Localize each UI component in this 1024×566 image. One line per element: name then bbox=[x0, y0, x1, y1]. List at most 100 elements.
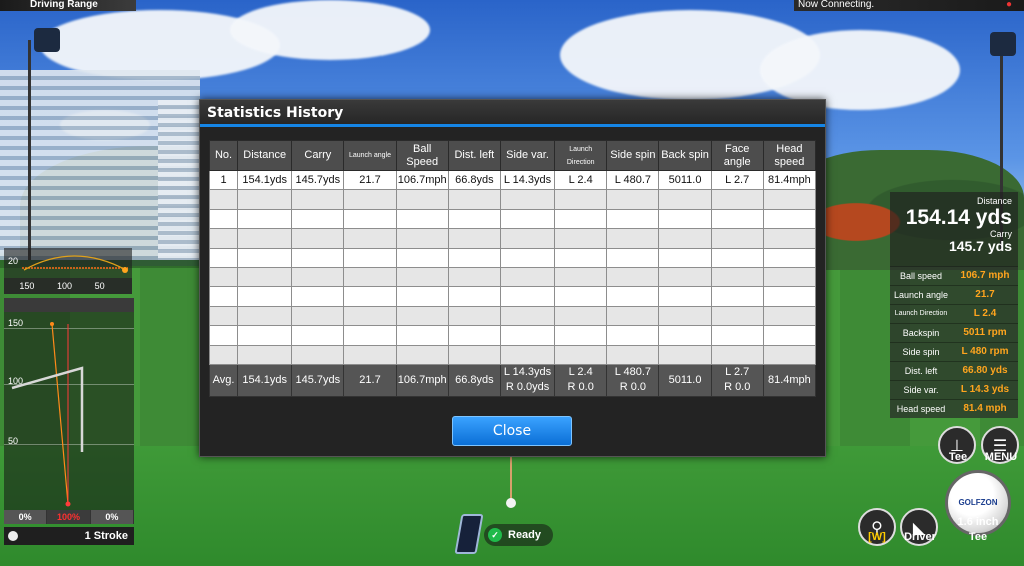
avg-distance: 154.1yds bbox=[237, 363, 293, 397]
table-cell bbox=[762, 266, 817, 288]
stat-value: L 14.3 yds bbox=[960, 384, 1010, 395]
table-cell bbox=[447, 305, 501, 327]
avg-face-angle-left: L 2.7 bbox=[725, 366, 750, 379]
table-cell bbox=[237, 344, 293, 365]
table-cell bbox=[710, 266, 764, 288]
stroke-counter: 1 Stroke bbox=[4, 527, 134, 545]
side-tick: 100 bbox=[56, 281, 73, 291]
side-view-axis: 150 100 50 bbox=[4, 278, 132, 294]
dispersion-center: 100% bbox=[47, 510, 91, 524]
table-cell bbox=[237, 286, 293, 307]
stat-row-ball-speed: Ball speed 106.7 mph bbox=[890, 266, 1018, 285]
tee-height-label: 1.6 inch bbox=[957, 516, 999, 528]
close-button[interactable]: Close bbox=[452, 416, 572, 446]
table-cell bbox=[762, 305, 817, 327]
avg-back-spin: 5011.0 bbox=[658, 363, 712, 397]
column-header: Ball Speed bbox=[395, 140, 449, 171]
connection-status: Now Connecting. ● bbox=[794, 0, 1024, 11]
column-header: Back spin bbox=[658, 140, 712, 171]
tee-label-bottom: Tee bbox=[968, 531, 988, 543]
ball-icon bbox=[8, 531, 18, 541]
table-cell bbox=[343, 325, 397, 346]
table-cell bbox=[658, 247, 712, 268]
dispersion-bar: 0% 100% 0% bbox=[4, 510, 134, 524]
dispersion-right: 0% bbox=[90, 510, 134, 524]
table-cell bbox=[499, 325, 556, 346]
column-header: Distance bbox=[237, 140, 293, 171]
table-cell bbox=[208, 344, 239, 365]
table-header-row: No. Distance Carry Launch angle Ball Speed Di… bbox=[208, 140, 817, 171]
stat-value: 21.7 bbox=[975, 289, 995, 300]
table-row bbox=[208, 208, 817, 230]
distance-value: 154.14 yds bbox=[905, 206, 1012, 229]
check-icon: ✓ bbox=[488, 528, 502, 542]
table-cell bbox=[447, 189, 501, 210]
table-cell bbox=[291, 247, 345, 268]
stat-row-launch-angle: Launch angle 21.7 bbox=[890, 285, 1018, 304]
table-cell bbox=[762, 286, 817, 307]
table-cell bbox=[499, 305, 556, 327]
table-row: 1 154.1yds 145.7yds 21.7 106.7mph 66.8yds L 14… bbox=[208, 169, 817, 191]
table-row bbox=[208, 286, 817, 307]
table-cell bbox=[343, 189, 397, 210]
table-cell bbox=[606, 344, 660, 365]
table-cell bbox=[658, 286, 712, 307]
table-cell bbox=[606, 208, 660, 230]
carry-value: 145.7 yds bbox=[948, 238, 1012, 254]
table-cell bbox=[343, 266, 397, 288]
table-cell bbox=[447, 266, 501, 288]
side-tick: 50 bbox=[94, 281, 105, 291]
table-cell bbox=[343, 208, 397, 230]
table-cell bbox=[237, 189, 293, 210]
table-cell bbox=[237, 228, 293, 249]
table-cell bbox=[291, 189, 345, 210]
table-cell bbox=[554, 344, 608, 365]
column-header: Launch Direction bbox=[554, 140, 608, 171]
table-cell bbox=[762, 228, 817, 249]
table-cell bbox=[710, 189, 764, 210]
column-header: Head speed bbox=[762, 140, 817, 171]
stat-value: 81.4 mph bbox=[963, 403, 1007, 414]
side-tick: 150 bbox=[19, 281, 35, 291]
table-cell bbox=[447, 325, 501, 346]
average-row: Avg. 154.1yds 145.7yds 21.7 106.7mph 66.… bbox=[208, 363, 817, 397]
avg-face-angle-right: R 0.0 bbox=[724, 381, 751, 394]
table-row bbox=[208, 247, 817, 268]
table-cell: 145.7yds bbox=[291, 169, 345, 191]
avg-launch-dir-right: R 0.0 bbox=[567, 381, 594, 394]
table-cell bbox=[343, 247, 397, 268]
avg-ball-speed: 106.7mph bbox=[395, 363, 449, 397]
table-cell bbox=[208, 208, 239, 230]
table-cell bbox=[658, 208, 712, 230]
stat-label: Side var. bbox=[903, 385, 939, 395]
table-cell bbox=[395, 208, 449, 230]
stat-label: Dist. left bbox=[904, 366, 938, 376]
table-cell bbox=[291, 266, 345, 288]
exit-icon[interactable]: ● bbox=[1006, 0, 1012, 10]
table-row bbox=[208, 344, 817, 365]
table-cell: 21.7 bbox=[343, 169, 397, 191]
stat-row-side-spin: Side spin L 480 rpm bbox=[890, 342, 1018, 361]
dialog-title: Statistics History bbox=[200, 100, 825, 127]
table-cell bbox=[395, 286, 449, 307]
floodlight-icon bbox=[990, 32, 1016, 56]
statistics-history-dialog: Statistics History No. Distance Carry Launc… bbox=[199, 99, 826, 457]
table-cell bbox=[237, 305, 293, 327]
avg-side-spin: L 480.7 R 0.0 bbox=[606, 363, 660, 397]
caddie-label: [W] bbox=[868, 531, 886, 543]
stat-label: Head speed bbox=[896, 404, 946, 414]
avg-launch-direction: L 2.4 R 0.0 bbox=[554, 363, 608, 397]
table-cell bbox=[762, 247, 817, 268]
avg-side-spin-left: L 480.7 bbox=[614, 366, 652, 379]
table-cell bbox=[710, 208, 764, 230]
stat-label: Launch angle bbox=[893, 290, 949, 300]
stat-value: 5011 rpm bbox=[963, 327, 1007, 338]
table-row bbox=[208, 266, 817, 288]
table-cell bbox=[554, 305, 608, 327]
avg-face-angle: L 2.7 R 0.0 bbox=[710, 363, 764, 397]
column-header: Launch angle bbox=[343, 140, 397, 171]
table-cell bbox=[658, 305, 712, 327]
avg-dist-left: 66.8yds bbox=[447, 363, 501, 397]
table-row bbox=[208, 325, 817, 346]
column-header: No. bbox=[208, 140, 239, 171]
